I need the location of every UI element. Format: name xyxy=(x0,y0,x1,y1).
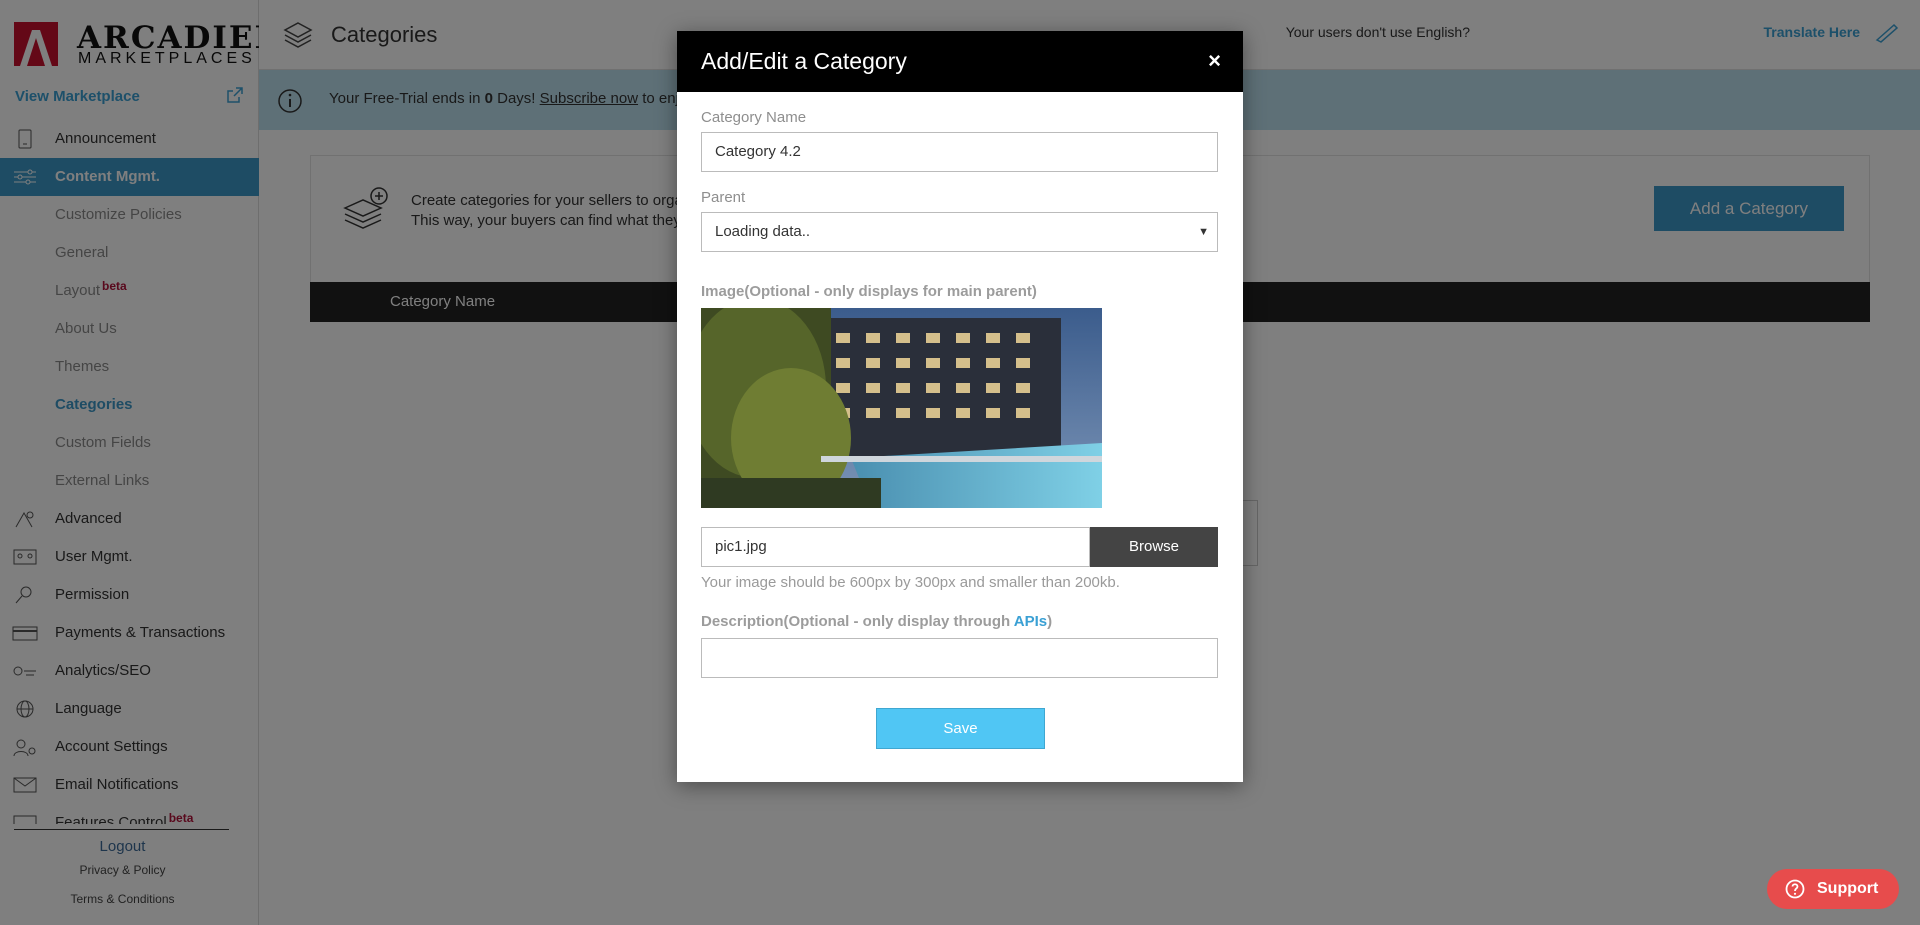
support-button[interactable]: Support xyxy=(1767,869,1899,909)
chevron-down-icon: ▼ xyxy=(1198,226,1209,238)
description-label: Description(Optional - only display thro… xyxy=(701,613,1052,630)
image-label: Image(Optional - only displays for main … xyxy=(701,283,1037,300)
close-icon[interactable]: × xyxy=(1208,48,1221,74)
apis-link[interactable]: APIs xyxy=(1014,613,1047,630)
file-name-input[interactable]: pic1.jpg xyxy=(701,527,1090,567)
save-button[interactable]: Save xyxy=(876,708,1045,749)
image-hint: Your image should be 600px by 300px and … xyxy=(701,574,1120,591)
category-name-input[interactable]: Category 4.2 xyxy=(701,132,1218,172)
description-input[interactable] xyxy=(701,638,1218,678)
category-image-preview xyxy=(701,308,1102,508)
support-label: Support xyxy=(1817,880,1879,897)
category-name-label: Category Name xyxy=(701,109,807,126)
parent-label: Parent xyxy=(701,189,746,206)
browse-button[interactable]: Browse xyxy=(1090,527,1218,567)
parent-select[interactable]: Loading data.. ▼ xyxy=(701,212,1218,252)
add-edit-category-modal: Add/Edit a Category × Category Name Cate… xyxy=(677,31,1243,782)
parent-selected-value: Loading data.. xyxy=(715,223,811,240)
modal-title: Add/Edit a Category xyxy=(701,48,907,74)
description-label-prefix: Description(Optional - only display thro… xyxy=(701,613,1014,630)
help-icon xyxy=(1785,879,1805,899)
description-label-suffix: ) xyxy=(1047,613,1053,630)
modal-header: Add/Edit a Category × xyxy=(677,31,1243,92)
